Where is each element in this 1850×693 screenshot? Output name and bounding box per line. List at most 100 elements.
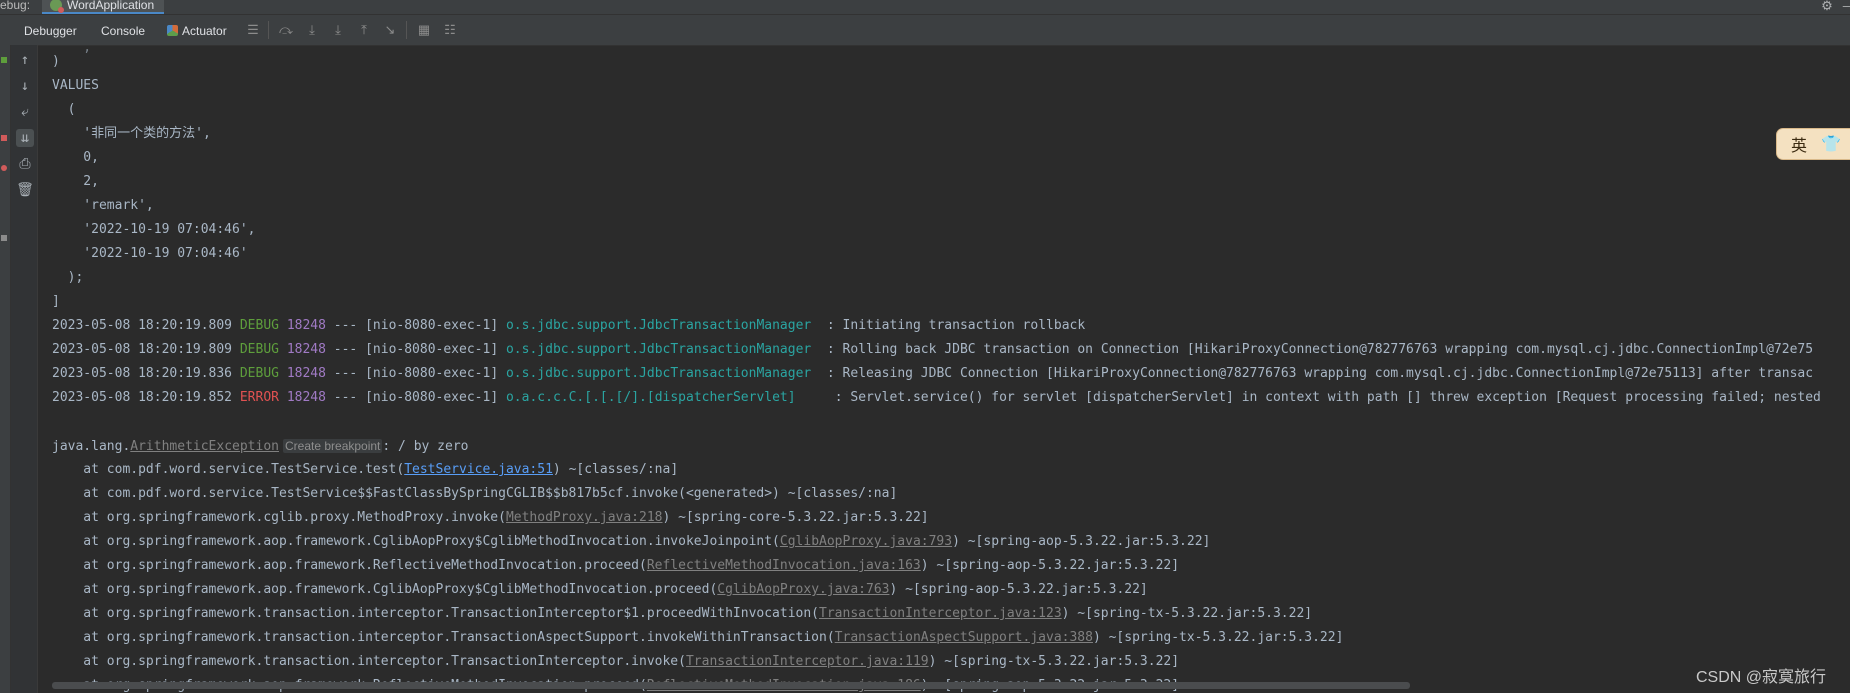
- stack-source-link[interactable]: TransactionInterceptor.java:119: [686, 654, 929, 669]
- log-message: : Initiating transaction rollback: [819, 318, 1086, 333]
- log-logger: o.a.c.c.C.[.[.[/].[dispatcherServlet]: [505, 390, 827, 405]
- log-thread: [nio-8080-exec-1]: [365, 342, 499, 357]
- resume-icon[interactable]: [1, 57, 7, 63]
- exception-line: java.lang.ArithmeticException Create brea…: [52, 436, 468, 456]
- tab-console[interactable]: Console: [101, 24, 145, 38]
- log-time: 2023-05-08 18:20:19.836: [52, 366, 233, 381]
- exception-class-link[interactable]: ArithmeticException: [130, 439, 279, 454]
- log-time: 2023-05-08 18:20:19.852: [52, 390, 233, 405]
- stack-jar: ) ~[spring-aop-5.3.22.jar:5.3.22]: [952, 534, 1211, 549]
- console-line: ]: [52, 294, 60, 309]
- evaluate-icon[interactable]: ▦: [416, 23, 432, 37]
- log-thread: [nio-8080-exec-1]: [365, 318, 499, 333]
- log-logger: o.s.jdbc.support.JdbcTransactionManager: [505, 318, 820, 333]
- gear-icon[interactable]: ⚙: [1821, 0, 1833, 14]
- stack-source-link[interactable]: CglibAopProxy.java:793: [780, 534, 952, 549]
- stack-line: at org.springframework.aop.framework.Ref…: [52, 556, 1179, 576]
- console-line: '2022-10-19 07:04:46': [52, 246, 248, 261]
- stack-frame: at org.springframework.transaction.inter…: [52, 606, 820, 621]
- console-line: '非同一个类的方法',: [52, 126, 211, 141]
- trace-icon[interactable]: ☷: [442, 23, 458, 37]
- run-config-tab[interactable]: WordApplication: [42, 0, 165, 14]
- breakpoints-icon[interactable]: [1, 165, 7, 171]
- log-pid: 18248: [286, 342, 326, 357]
- step-over-icon[interactable]: ⤼: [278, 23, 294, 37]
- step-into-icon[interactable]: ⤓: [304, 23, 320, 37]
- horizontal-scrollbar[interactable]: [52, 682, 1410, 689]
- run-config-label: WordApplication: [67, 0, 155, 12]
- log-message: : Rolling back JDBC transaction on Conne…: [819, 342, 1814, 357]
- stack-source-link[interactable]: CglibAopProxy.java:763: [717, 582, 889, 597]
- stack-jar: ) ~[spring-core-5.3.22.jar:5.3.22]: [662, 510, 929, 525]
- log-logger: o.s.jdbc.support.JdbcTransactionManager: [505, 366, 820, 381]
- arrow-up-icon[interactable]: ↑: [16, 51, 34, 69]
- console-line: 'remark',: [52, 198, 154, 213]
- console-output[interactable]: , ) VALUES ( '非同一个类的方法', 0, 2, 'remark',…: [52, 48, 1850, 693]
- watermark: CSDN @寂寞旅行: [1696, 669, 1827, 686]
- stack-jar: ) ~[spring-tx-5.3.22.jar:5.3.22]: [1092, 630, 1344, 645]
- console-line: 2,: [52, 174, 99, 189]
- force-step-into-icon[interactable]: ⤓: [330, 23, 346, 37]
- stack-line: at com.pdf.word.service.TestService$$Fas…: [52, 484, 897, 504]
- mute-breakpoints-icon[interactable]: [1, 235, 7, 241]
- tab-actuator[interactable]: Actuator: [167, 24, 227, 38]
- trash-icon[interactable]: 🗑: [16, 181, 34, 199]
- stack-jar: ) ~[spring-tx-5.3.22.jar:5.3.22]: [928, 654, 1180, 669]
- stop-icon[interactable]: [1, 135, 7, 141]
- stack-frame: at org.springframework.cglib.proxy.Metho…: [52, 510, 506, 525]
- stack-frame: at org.springframework.aop.framework.Cgl…: [52, 582, 718, 597]
- tab-actuator-label: Actuator: [182, 24, 227, 38]
- debug-side-gutter: [0, 45, 11, 693]
- stack-source-link[interactable]: TestService.java:51: [404, 462, 553, 477]
- create-breakpoint-button[interactable]: Create breakpoint: [283, 439, 383, 453]
- log-message: : Servlet.service() for servlet [dispatc…: [826, 390, 1821, 405]
- log-message: : Releasing JDBC Connection [HikariProxy…: [819, 366, 1814, 381]
- scroll-to-end-icon[interactable]: ⇊: [16, 129, 34, 147]
- minimize-icon[interactable]: –: [1843, 0, 1850, 14]
- actuator-icon: [167, 25, 178, 36]
- stack-line: at org.springframework.aop.framework.Cgl…: [52, 532, 1210, 552]
- stack-line: at com.pdf.word.service.TestService.test…: [52, 460, 678, 480]
- run-to-cursor-icon[interactable]: ↘: [382, 23, 398, 37]
- print-icon[interactable]: ⎙: [16, 155, 34, 173]
- log-line: 2023-05-08 18:20:19.836 DEBUG 18248 --- …: [52, 364, 1813, 384]
- log-time: 2023-05-08 18:20:19.809: [52, 342, 233, 357]
- ime-indicator[interactable]: 英 👕: [1776, 128, 1850, 160]
- spring-app-icon: [50, 0, 64, 13]
- log-line: 2023-05-08 18:20:19.809 DEBUG 18248 --- …: [52, 316, 1085, 336]
- log-pid: 18248: [286, 390, 326, 405]
- stack-line: at org.springframework.transaction.inter…: [52, 604, 1312, 624]
- restore-layout-icon[interactable]: ☰: [245, 23, 261, 37]
- stack-frame: at com.pdf.word.service.TestService.test…: [52, 462, 405, 477]
- stack-line: at org.springframework.transaction.inter…: [52, 652, 1179, 672]
- arrow-down-icon[interactable]: ↓: [16, 77, 34, 95]
- debug-toolbar: Debugger Console Actuator ☰ ⤼ ⤓ ⤓ ⤒ ↘ ▦ …: [0, 15, 1850, 46]
- log-level: ERROR: [239, 390, 279, 405]
- tab-debugger[interactable]: Debugger: [24, 24, 77, 38]
- console-line: (: [52, 102, 76, 117]
- stack-line: at org.springframework.cglib.proxy.Metho…: [52, 508, 929, 528]
- shirt-icon: 👕: [1821, 136, 1841, 153]
- stack-source-link[interactable]: ReflectiveMethodInvocation.java:163: [647, 558, 921, 573]
- console-line: );: [52, 270, 84, 285]
- stack-source-link[interactable]: MethodProxy.java:218: [506, 510, 663, 525]
- soft-wrap-icon[interactable]: ⤶: [16, 103, 34, 121]
- log-sep: ---: [333, 366, 358, 381]
- log-sep: ---: [333, 390, 358, 405]
- exception-message: : / by zero: [382, 439, 469, 454]
- stack-line: at org.springframework.transaction.inter…: [52, 628, 1343, 648]
- log-logger: o.s.jdbc.support.JdbcTransactionManager: [505, 342, 820, 357]
- stack-jar: ) ~[spring-aop-5.3.22.jar:5.3.22]: [889, 582, 1148, 597]
- log-pid: 18248: [286, 318, 326, 333]
- stack-frame: at org.springframework.aop.framework.Ref…: [52, 558, 647, 573]
- stack-source-link[interactable]: TransactionAspectSupport.java:388: [835, 630, 1093, 645]
- log-time: 2023-05-08 18:20:19.809: [52, 318, 233, 333]
- console-line: 0,: [52, 150, 99, 165]
- console-line: ): [52, 54, 60, 69]
- stack-line: at org.springframework.aop.framework.Cgl…: [52, 580, 1148, 600]
- step-out-icon[interactable]: ⤒: [356, 23, 372, 37]
- log-level: DEBUG: [239, 318, 279, 333]
- log-sep: ---: [333, 318, 358, 333]
- stack-source-link[interactable]: TransactionInterceptor.java:123: [819, 606, 1062, 621]
- log-level: DEBUG: [239, 342, 279, 357]
